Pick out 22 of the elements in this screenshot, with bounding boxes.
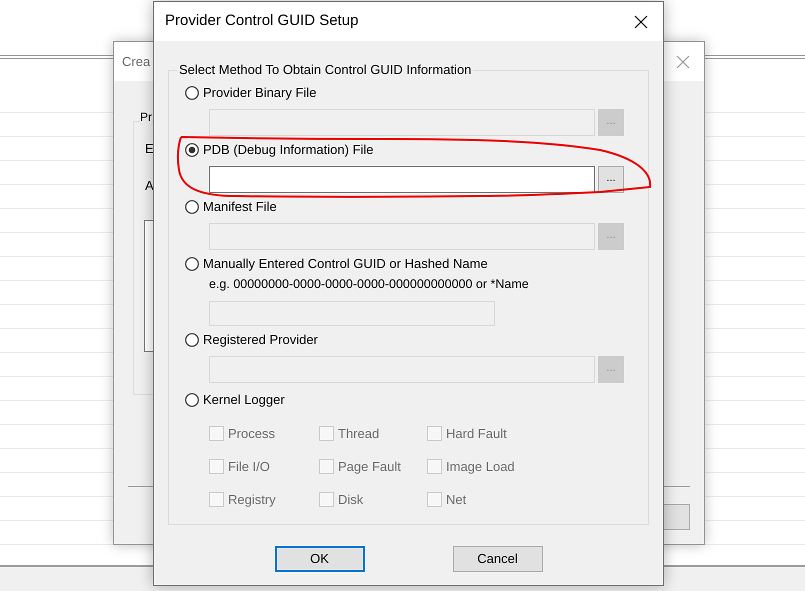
radio-option[interactable]: Kernel Logger: [185, 390, 648, 410]
window-title: Provider Control GUID Setup: [165, 11, 358, 32]
dialog-button[interactable]: OK: [274, 546, 364, 572]
path-field[interactable]: [209, 166, 595, 193]
hint-text: e.g. 00000000-0000-0000-0000-000000000000 or *Name: [209, 276, 530, 293]
radio-button[interactable]: [185, 200, 199, 214]
radio-button[interactable]: [185, 332, 199, 347]
radio-option[interactable]: Provider Binary File: [185, 83, 648, 103]
close-icon[interactable]: [634, 14, 648, 28]
radio-button[interactable]: [185, 143, 199, 157]
radio-option[interactable]: Manifest File: [185, 197, 648, 217]
window-title: Crea: [122, 52, 150, 71]
field-label: A: [145, 176, 154, 194]
radio-option[interactable]: Registered Provider: [185, 330, 648, 350]
radio-option[interactable]: PDB (Debug Information) File: [185, 140, 648, 160]
browse-button[interactable]: ...: [598, 166, 624, 193]
radio-button[interactable]: [185, 392, 199, 407]
radio-button[interactable]: [185, 257, 199, 271]
radio-button[interactable]: [185, 86, 199, 100]
field-label: E: [145, 140, 154, 158]
radio-option[interactable]: Manually Entered Control GUID or Hashed Name: [185, 254, 648, 274]
dialog-button[interactable]: Cancel: [452, 546, 542, 572]
